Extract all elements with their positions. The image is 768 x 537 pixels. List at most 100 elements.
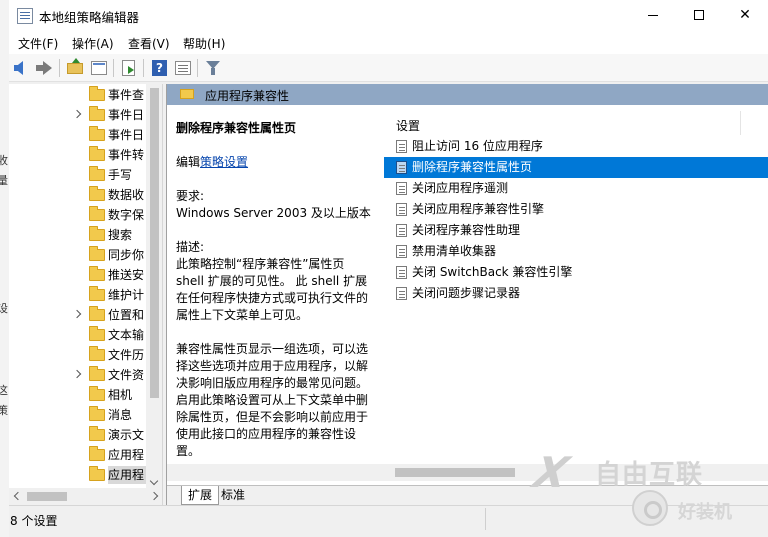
tree-item[interactable]: 数据收: [9, 185, 147, 205]
tab-extended[interactable]: 扩展: [181, 486, 220, 505]
column-divider[interactable]: [740, 111, 741, 135]
tree-item[interactable]: 消息: [9, 405, 147, 425]
status-divider: [485, 508, 486, 530]
tree-vertical-scrollbar[interactable]: [146, 84, 162, 488]
policy-setting-icon: [396, 140, 407, 153]
tree-item[interactable]: 数字保: [9, 205, 147, 225]
tree-item[interactable]: 位置和: [9, 305, 147, 325]
tree-horizontal-scrollbar[interactable]: [9, 488, 162, 505]
tab-standard[interactable]: 标准: [215, 486, 251, 505]
console-tree: 事件查 事件日 事件日 事件转 手写 数据收 数字保 搜索 同步你 推送安 维护…: [9, 84, 163, 505]
tree-item[interactable]: 维护计: [9, 285, 147, 305]
policy-row[interactable]: 关闭程序兼容性助理: [384, 220, 768, 241]
watermark-x-logo: X: [528, 448, 574, 497]
expand-chevron-icon[interactable]: [72, 309, 82, 319]
tree-item[interactable]: 事件查: [9, 85, 147, 105]
scrollbar-thumb[interactable]: [150, 88, 159, 398]
properties-button[interactable]: [173, 58, 193, 78]
column-header-setting[interactable]: 设置: [384, 116, 744, 136]
export-list-button[interactable]: [119, 58, 139, 78]
tree-item[interactable]: 文件历: [9, 345, 147, 365]
policy-setting-icon: [396, 224, 407, 237]
folder-icon: [89, 386, 105, 401]
tree-item-label: 事件日: [108, 128, 145, 142]
help-icon: ?: [152, 60, 167, 76]
scroll-left-icon[interactable]: [13, 491, 23, 501]
scroll-right-icon[interactable]: [149, 491, 159, 501]
tree-item[interactable]: 事件日: [9, 105, 147, 125]
policy-row[interactable]: 关闭应用程序遥测: [384, 178, 768, 199]
policy-row[interactable]: 关闭应用程序兼容性引擎: [384, 199, 768, 220]
watermark-haozhuangji: 好装机: [632, 490, 768, 530]
folder-icon: [89, 406, 105, 421]
folder-icon: [89, 146, 105, 161]
scroll-down-icon[interactable]: [149, 476, 159, 486]
tree-item-label: 演示文: [108, 428, 145, 442]
back-arrow-icon: [14, 61, 23, 75]
scrollbar-thumb[interactable]: [27, 492, 67, 501]
description-label: 描述:: [176, 240, 205, 254]
toolbar-separator: [197, 59, 198, 77]
tree-item-label: 消息: [108, 408, 133, 422]
description-paragraph: 兼容性属性页显示一组选项，可以选择这些选项并应用于应用程序，以解决影响旧版应用程…: [176, 342, 369, 458]
minimize-icon: [648, 14, 658, 16]
policy-row[interactable]: 阻止访问 16 位应用程序: [384, 136, 768, 157]
maximize-button[interactable]: [676, 0, 722, 30]
menu-action[interactable]: 操作(A): [72, 35, 114, 52]
toolbar-separator: [59, 59, 60, 77]
tree-item-label: 数据收: [108, 188, 145, 202]
up-one-level-button[interactable]: [65, 58, 85, 78]
policy-setting-icon: [396, 182, 407, 195]
tree-item[interactable]: 搜索: [9, 225, 147, 245]
minimize-button[interactable]: [630, 0, 676, 30]
tree-item[interactable]: 推送安: [9, 265, 147, 285]
tree-item-label: 文件资: [108, 368, 145, 382]
folder-icon: [89, 246, 105, 261]
tree-item-selected[interactable]: 应用程: [9, 465, 147, 485]
menu-view[interactable]: 查看(V): [128, 35, 170, 52]
policy-row[interactable]: 关闭 SwitchBack 兼容性引擎: [384, 262, 768, 283]
policy-row[interactable]: 禁用清单收集器: [384, 241, 768, 262]
menu-help[interactable]: 帮助(H): [183, 35, 225, 52]
expand-chevron-icon[interactable]: [72, 369, 82, 379]
tree-item[interactable]: 应用程: [9, 445, 147, 465]
edit-policy-link[interactable]: 策略设置: [200, 155, 248, 169]
tree-item-label: 事件查: [108, 88, 145, 102]
policy-name: 关闭程序兼容性助理: [412, 223, 521, 237]
policy-row-selected[interactable]: 删除程序兼容性属性页: [384, 157, 768, 178]
tree-item[interactable]: 事件转: [9, 145, 147, 165]
filter-button[interactable]: [203, 58, 223, 78]
policy-name: 删除程序兼容性属性页: [412, 160, 533, 174]
expand-chevron-icon[interactable]: [72, 109, 82, 119]
tree-item[interactable]: 演示文: [9, 425, 147, 445]
menu-file[interactable]: 文件(F): [18, 35, 58, 52]
scrollbar-thumb[interactable]: [395, 468, 515, 477]
back-button[interactable]: [12, 58, 32, 78]
tree-item-label: 文本输: [108, 328, 145, 342]
help-button[interactable]: ?: [149, 58, 169, 78]
background-text: 设: [0, 302, 8, 315]
folder-icon: [89, 126, 105, 141]
show-hide-console-tree-button[interactable]: [89, 58, 109, 78]
tree-item[interactable]: 事件日: [9, 125, 147, 145]
policy-setting-icon: [396, 266, 407, 279]
tree-item-label: 同步你: [108, 248, 145, 262]
up-folder-icon: [67, 58, 83, 74]
tree-item[interactable]: 手写: [9, 165, 147, 185]
policy-row[interactable]: 关闭问题步骤记录器: [384, 283, 768, 304]
folder-icon: [89, 106, 105, 121]
close-button[interactable]: ✕: [722, 0, 768, 30]
tree-item[interactable]: 相机: [9, 385, 147, 405]
background-text: 收: [0, 154, 8, 167]
window-title: 本地组策略编辑器: [39, 10, 140, 25]
toolbar-separator: [143, 59, 144, 77]
policy-name: 关闭应用程序遥测: [412, 181, 509, 195]
title-bar[interactable]: 本地组策略编辑器 ✕: [9, 0, 768, 32]
background-window-edge: 收 量 设 这 策: [0, 0, 9, 537]
tree-item[interactable]: 同步你: [9, 245, 147, 265]
tree-item[interactable]: 文件资: [9, 365, 147, 385]
policy-setting-icon: [396, 287, 407, 300]
policy-setting-icon: [396, 161, 407, 174]
tree-item[interactable]: 文本输: [9, 325, 147, 345]
forward-button[interactable]: [34, 58, 54, 78]
